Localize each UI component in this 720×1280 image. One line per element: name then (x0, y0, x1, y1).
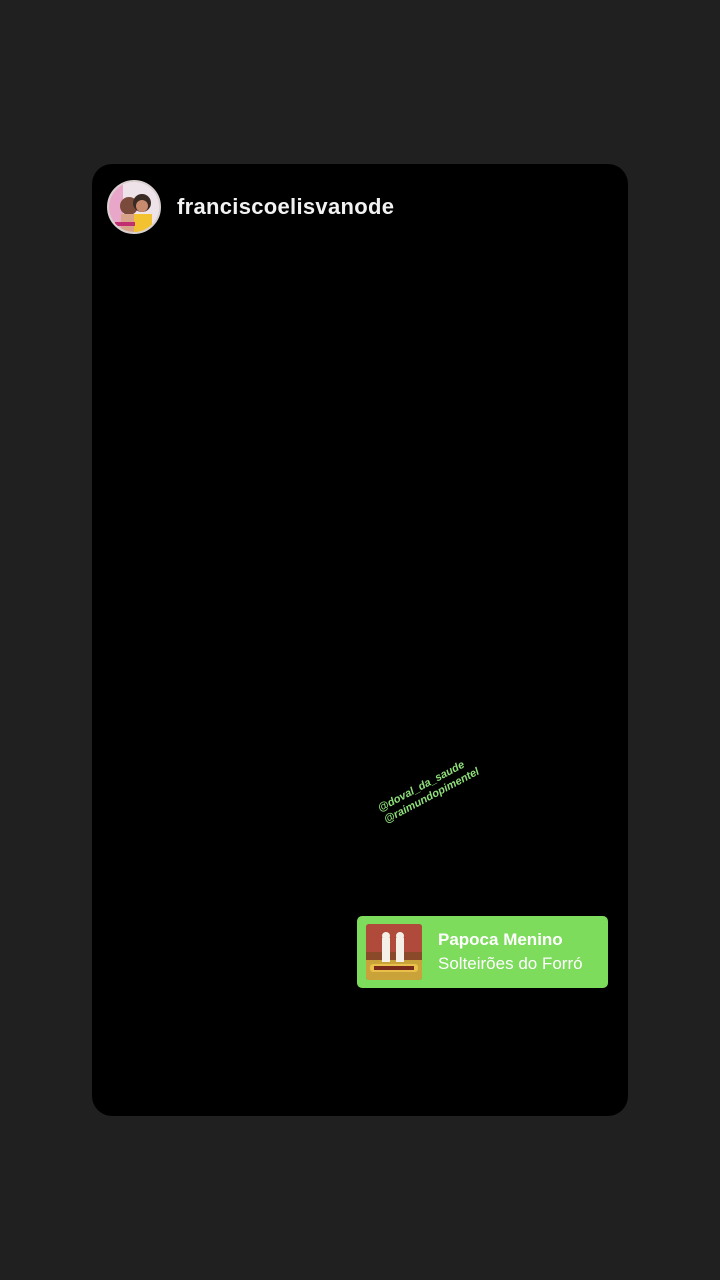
story-header: franciscoelisvanode (107, 179, 394, 235)
track-info: Papoca Menino Solteirões do Forró (438, 928, 583, 976)
music-sticker[interactable]: Papoca Menino Solteirões do Forró (357, 916, 608, 988)
album-cover-icon (366, 924, 422, 980)
story-card[interactable]: franciscoelisvanode @doval_da_saude @rai… (92, 164, 628, 1116)
profile-photo-icon (109, 182, 159, 232)
username[interactable]: franciscoelisvanode (177, 194, 394, 220)
avatar[interactable] (107, 180, 161, 234)
album-art (366, 924, 422, 980)
mention-tags[interactable]: @doval_da_saude @raimundopimentel (376, 754, 482, 827)
track-title: Papoca Menino (438, 930, 563, 949)
track-artist: Solteirões do Forró (438, 954, 583, 973)
